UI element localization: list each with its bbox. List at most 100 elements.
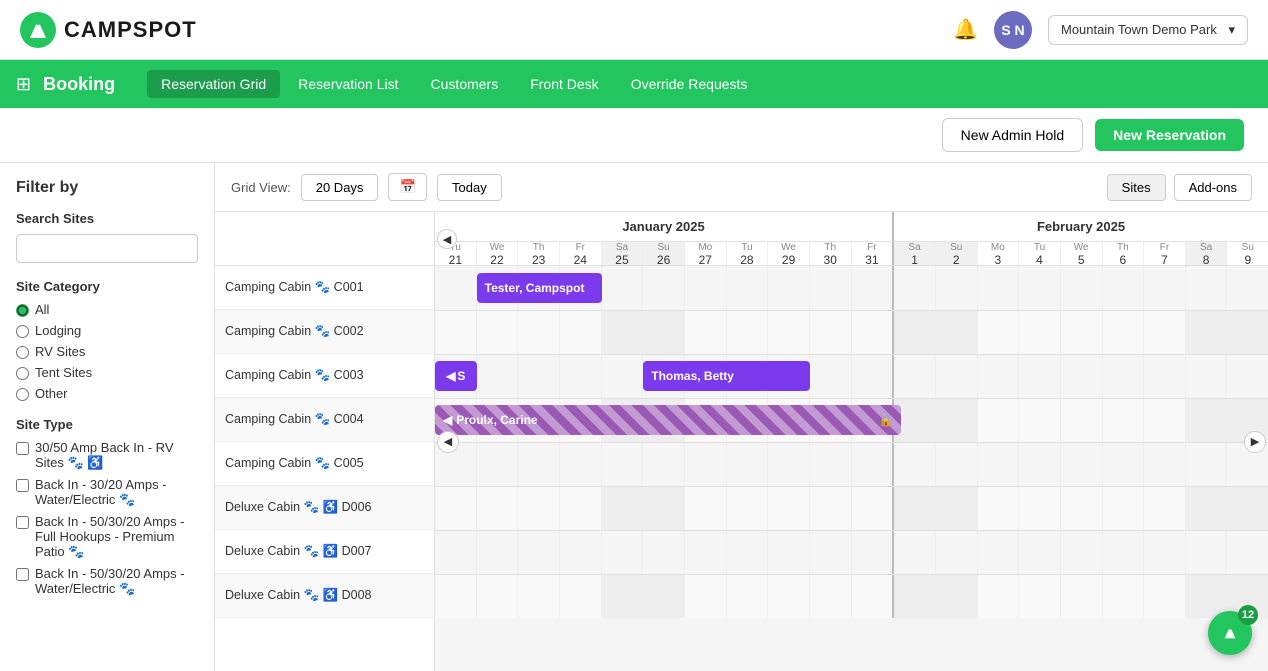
date-tu-4: Tu4 [1019,242,1061,265]
date-fr-7: Fr7 [1144,242,1186,265]
park-name: Mountain Town Demo Park [1061,22,1222,37]
avatar[interactable]: S N [994,11,1032,49]
category-tent-sites[interactable]: Tent Sites [16,365,198,380]
date-mo-3: Mo3 [978,242,1020,265]
grid-view-days-button[interactable]: 20 Days [301,174,379,201]
nav-item-override-requests[interactable]: Override Requests [617,70,762,98]
date-mo-27: Mo27 [685,242,727,265]
month-header-row: January 2025 February 2025 [435,212,1268,242]
campspot-logo-icon [20,12,56,48]
nav-next-arrow-overlay[interactable]: ▶ [1244,431,1266,453]
date-header-row: Tu21 We22 Th23 Fr24 Sa25 Su26 Mo27 Tu28 … [435,242,1268,266]
type-30-50-amp[interactable]: 30/50 Amp Back In - RV Sites 🐾 ♿ [16,440,198,471]
date-sa-1: Sa1 [894,242,936,265]
site-row-d007: Deluxe Cabin 🐾 ♿ D007 [215,530,434,574]
nav-item-customers[interactable]: Customers [417,70,513,98]
date-fr-31: Fr31 [852,242,895,265]
lock-icon: 🔒 [879,413,894,427]
date-we-5: We5 [1061,242,1103,265]
logo-area: CAMPSPOT [20,12,197,48]
grid-view-label: Grid View: [231,180,291,195]
type-back-in-50-water[interactable]: Back In - 50/30/20 Amps - Water/Electric… [16,566,198,597]
month-feb-label: February 2025 [894,212,1268,241]
park-selector[interactable]: Mountain Town Demo Park ▾ [1048,15,1248,45]
admin-hold-button[interactable]: New Admin Hold [942,118,1084,152]
date-su-9: Su9 [1227,242,1268,265]
date-th-23: Th23 [518,242,560,265]
site-row-c002: Camping Cabin 🐾 C002 [215,310,434,354]
site-type-label: Site Type [16,417,198,432]
search-sites-label: Search Sites [16,211,198,226]
grid-controls-left: Grid View: 20 Days 📅 Today [231,173,502,201]
date-we-29: We29 [768,242,810,265]
floating-badge-count: 12 [1238,605,1258,625]
nav-items: Reservation Grid Reservation List Custom… [147,70,761,98]
site-category-label: Site Category [16,279,198,294]
nav-prev-arrow[interactable]: ◀ [437,229,457,249]
nav-item-reservation-grid[interactable]: Reservation Grid [147,70,280,98]
site-rows-container: Tester, Campspot ◀ S Thomas, Betty [435,266,1268,671]
date-tu-28: Tu28 [727,242,769,265]
new-reservation-button[interactable]: New Reservation [1095,119,1244,151]
date-th-30: Th30 [810,242,852,265]
category-all[interactable]: All [16,302,198,317]
sidebar: Filter by Search Sites Site Category All… [0,163,215,671]
site-row-c003: Camping Cabin 🐾 C003 [215,354,434,398]
row-divider-3 [435,398,1268,399]
today-button[interactable]: Today [437,174,502,201]
date-sa-8: Sa8 [1186,242,1228,265]
addons-button[interactable]: Add-ons [1174,174,1252,201]
row-bg-d007 [435,530,1268,574]
category-rv-sites[interactable]: RV Sites [16,344,198,359]
nav-item-front-desk[interactable]: Front Desk [516,70,612,98]
type-back-in-50-full[interactable]: Back In - 50/30/20 Amps - Full Hookups -… [16,514,198,560]
category-other[interactable]: Other [16,386,198,401]
notification-bell-icon[interactable]: 🔔 [953,17,978,42]
calendar-picker-button[interactable]: 📅 [388,173,427,201]
row-divider-4 [435,442,1268,443]
site-row-c001: Camping Cabin 🐾 C001 [215,266,434,310]
nav-prev-arrow-overlay[interactable]: ◀ [437,431,459,453]
calendar-wrapper: Camping Cabin 🐾 C001 Camping Cabin 🐾 C00… [215,212,1268,671]
date-su-26: Su26 [643,242,685,265]
row-bg-c002 [435,310,1268,354]
reservation-tester-campspot[interactable]: Tester, Campspot [477,273,602,303]
sites-column: Camping Cabin 🐾 C001 Camping Cabin 🐾 C00… [215,212,435,671]
reservation-thomas-betty[interactable]: Thomas, Betty [643,361,810,391]
left-arrow-icon-proulx: ◀ [443,413,452,427]
filter-title: Filter by [16,179,198,197]
date-we-22: We22 [477,242,519,265]
row-divider-7 [435,574,1268,575]
row-bg-d008 [435,574,1268,618]
header: CAMPSPOT 🔔 S N Mountain Town Demo Park ▾ [0,0,1268,60]
category-lodging[interactable]: Lodging [16,323,198,338]
main-layout: Filter by Search Sites Site Category All… [0,163,1268,671]
sites-button[interactable]: Sites [1107,174,1166,201]
nav-title: Booking [43,74,115,95]
type-back-in-30-20[interactable]: Back In - 30/20 Amps - Water/Electric 🐾 [16,477,198,508]
row-divider-2 [435,354,1268,355]
grid-controls: Grid View: 20 Days 📅 Today Sites Add-ons [215,163,1268,212]
floating-campspot-badge[interactable]: 12 [1208,611,1252,655]
site-row-d008: Deluxe Cabin 🐾 ♿ D008 [215,574,434,618]
reservation-c003-partial[interactable]: ◀ S [435,361,477,391]
row-bg-d006 [435,486,1268,530]
row-bg-c003 [435,354,1268,398]
site-category-group: All Lodging RV Sites Tent Sites Other [16,302,198,401]
nav-bar: ⊞ Booking Reservation Grid Reservation L… [0,60,1268,108]
grid-menu-icon[interactable]: ⊞ [16,74,31,95]
chevron-down-icon: ▾ [1228,22,1235,38]
row-bg-c005 [435,442,1268,486]
reservation-proulx-carine[interactable]: ◀ Proulx, Carine 🔒 [435,405,901,435]
date-th-6: Th6 [1103,242,1145,265]
grid-area: Grid View: 20 Days 📅 Today Sites Add-ons… [215,163,1268,671]
row-divider-6 [435,530,1268,531]
search-sites-input[interactable] [16,234,198,263]
nav-item-reservation-list[interactable]: Reservation List [284,70,412,98]
row-divider-1 [435,310,1268,311]
date-sa-25: Sa25 [602,242,644,265]
action-bar: New Admin Hold New Reservation [0,108,1268,163]
site-type-group: 30/50 Amp Back In - RV Sites 🐾 ♿ Back In… [16,440,198,597]
campspot-mini-logo-icon [1218,621,1242,645]
month-jan-label: January 2025 [435,212,894,241]
